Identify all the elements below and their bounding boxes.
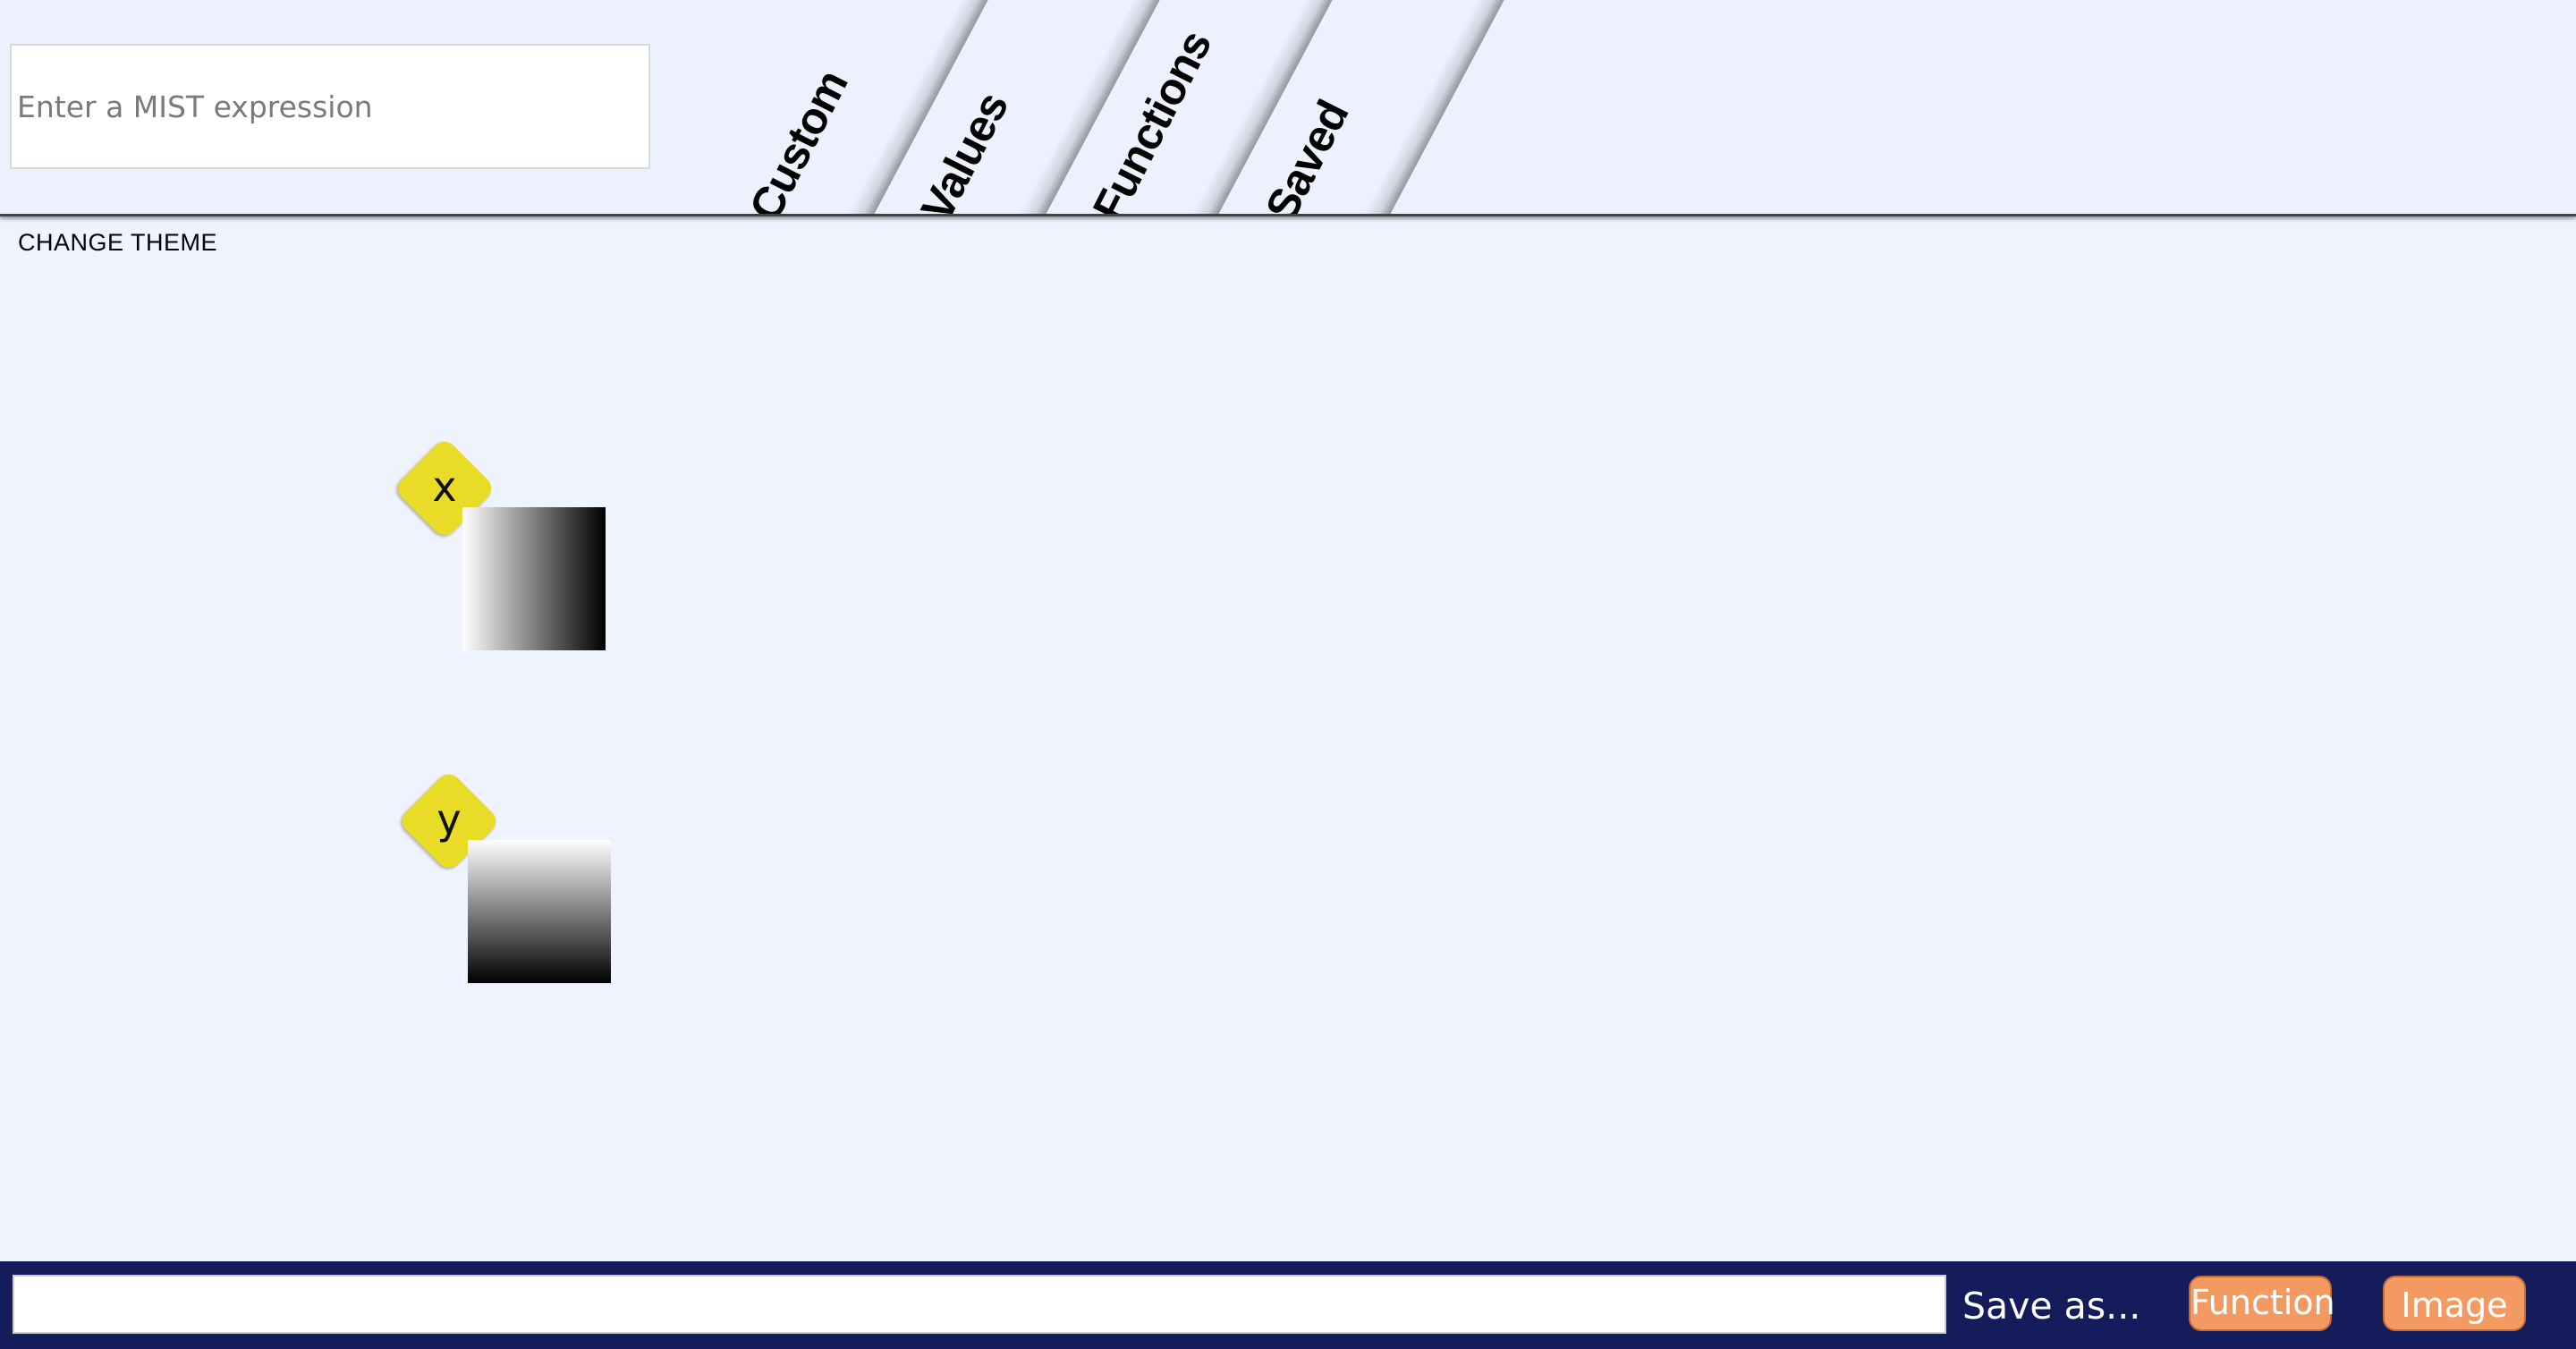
save-as-label: Save as... [1962,1285,2141,1328]
save-name-input[interactable] [13,1275,1946,1334]
top-toolbar: Custom Values Functions Saved [0,0,2576,216]
expression-input[interactable] [10,44,650,169]
save-image-button[interactable]: Image [2383,1276,2526,1331]
save-function-button[interactable]: Function [2189,1276,2335,1331]
tab-saved[interactable] [1326,0,1514,214]
node-x-preview[interactable] [462,507,606,650]
save-bar: Save as... Function Image [0,1261,2576,1349]
change-theme-button[interactable]: CHANGE THEME [18,229,217,257]
node-y-preview[interactable] [468,840,611,983]
